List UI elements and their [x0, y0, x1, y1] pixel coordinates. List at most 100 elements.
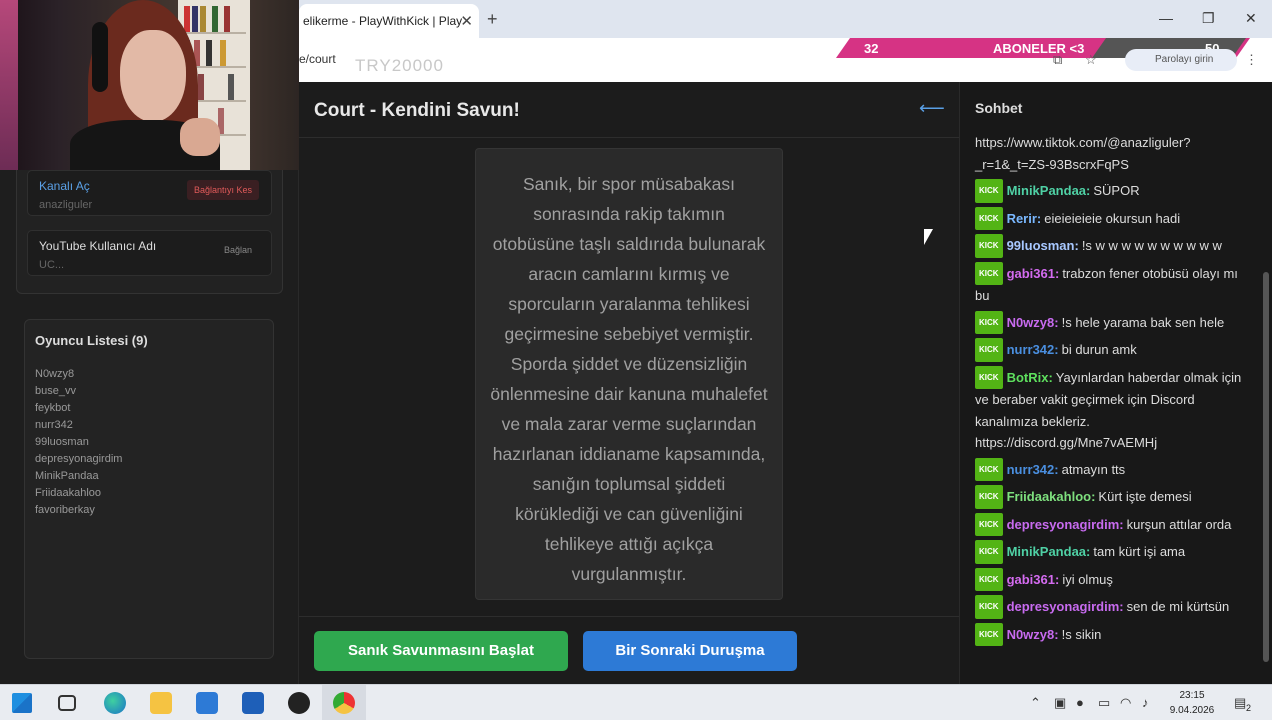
next-case-button[interactable]: Bir Sonraki Duruşma	[583, 631, 797, 671]
court-header: Court - Kendini Savun! ⟵	[299, 82, 959, 138]
obs-icon[interactable]	[288, 692, 310, 714]
connect-button[interactable]: Bağlan	[217, 240, 259, 260]
chat-username[interactable]: Friidaakahloo:	[1007, 489, 1096, 504]
player-list-panel: Oyuncu Listesi (9) N0wzy8 buse_vv feykbo…	[24, 319, 274, 659]
chat-username[interactable]: BotRix:	[1007, 370, 1053, 385]
player-item: feykbot	[35, 402, 71, 414]
youtube-username-input[interactable]: UC...	[39, 259, 64, 271]
minimize-icon[interactable]: —	[1159, 10, 1173, 26]
chat-link-message[interactable]: https://www.tiktok.com/@anazliguler?_r=1…	[975, 132, 1247, 175]
kick-badge: KICK	[975, 206, 1003, 230]
back-arrow-icon[interactable]: ⟵	[919, 98, 945, 119]
notification-count: 2	[1246, 703, 1252, 713]
chat-username[interactable]: MinikPandaa:	[1007, 544, 1091, 559]
chat-message: KICK nurr342: bi durun amk	[975, 338, 1247, 362]
chat-username[interactable]: N0wzy8:	[1007, 627, 1059, 642]
chat-text: SÜPOR	[1093, 183, 1140, 198]
chat-username[interactable]: depresyonagirdim:	[1007, 599, 1124, 614]
restore-icon[interactable]: ❐	[1202, 10, 1215, 27]
notification-icon[interactable]: ▤	[1234, 695, 1246, 711]
chat-message: KICK gabi361: trabzon fener otobüsü olayı …	[975, 261, 1247, 307]
windows-start-icon[interactable]	[12, 693, 32, 713]
disconnect-button[interactable]: Bağlantıyı Kes	[186, 180, 259, 200]
store-icon[interactable]	[196, 692, 218, 714]
kick-badge: KICK	[975, 567, 1003, 591]
task-view-icon[interactable]	[58, 695, 76, 711]
chat-username[interactable]: MinikPandaa:	[1007, 183, 1091, 198]
chat-text: !s w w w w w w w w w w	[1081, 238, 1222, 253]
court-actions: Sanık Savunmasını Başlat Bir Sonraki Dur…	[299, 616, 959, 684]
chat-message: KICK gabi361: iyi olmuş	[975, 567, 1247, 591]
url-field[interactable]: e/court	[299, 52, 336, 66]
chat-text: bi durun amk	[1061, 342, 1137, 357]
chat-message: KICK nurr342: atmayın tts	[975, 457, 1247, 481]
start-defense-button[interactable]: Sanık Savunmasını Başlat	[314, 631, 568, 671]
chat-username[interactable]: gabi361:	[1007, 572, 1060, 587]
kick-badge: KICK	[975, 179, 1003, 203]
chat-scrollbar[interactable]	[1263, 272, 1269, 662]
chat-message: KICK Friidaakahloo: Kürt işte demesi	[975, 485, 1247, 509]
file-explorer-icon[interactable]	[150, 692, 172, 714]
kick-badge: KICK	[975, 310, 1003, 334]
chat-username[interactable]: nurr342:	[1007, 462, 1059, 477]
player-item: MinikPandaa	[35, 470, 99, 482]
chat-text: !s hele yarama bak sen hele	[1061, 314, 1225, 330]
outlook-icon[interactable]	[242, 692, 264, 714]
chat-username[interactable]: nurr342:	[1007, 342, 1059, 357]
chat-message: KICK depresyonagirdim: kurşun attılar orda	[975, 512, 1247, 536]
new-tab-icon[interactable]: +	[487, 9, 498, 30]
case-card: Sanık, bir spor müsabakası sonrasında ra…	[475, 148, 783, 600]
chat-username[interactable]: gabi361:	[1007, 266, 1060, 281]
chat-username[interactable]: depresyonagirdim:	[1007, 517, 1124, 532]
player-item: favoriberkay	[35, 504, 95, 516]
kick-badge: KICK	[975, 234, 1003, 258]
battery-icon[interactable]: ▭	[1098, 695, 1110, 711]
left-sidebar: Kanalı Aç anazliguler Bağlantıyı Kes You…	[0, 170, 299, 684]
browser-tab[interactable]: elikerme - PlayWithKick | Play ✕	[299, 4, 479, 38]
case-description: Sanık, bir spor müsabakası sonrasında ra…	[490, 174, 768, 584]
player-item: nurr342	[35, 419, 73, 431]
close-window-icon[interactable]: ✕	[1245, 10, 1257, 27]
connection-title[interactable]: Kanalı Aç	[39, 179, 90, 193]
clock-date: 9.04.2026	[1169, 705, 1215, 716]
screen: elikerme - PlayWithKick | Play ✕ + — ❐ ✕…	[0, 0, 1272, 720]
player-item: buse_vv	[35, 385, 76, 397]
chat-text: sen de mi kürtsün	[1126, 599, 1230, 614]
close-tab-icon[interactable]: ✕	[460, 12, 473, 30]
chat-message: KICK BotRix: Yayınlardan haberdar olmak iç…	[975, 365, 1247, 454]
translate-icon[interactable]: ⧉	[1053, 52, 1062, 68]
tray-app-icon[interactable]: ▣	[1054, 695, 1066, 711]
menu-dots-icon[interactable]: ⋮	[1245, 52, 1258, 68]
chat-text: kurşun attılar orda	[1126, 516, 1232, 532]
chat-username[interactable]: Rerir:	[1007, 211, 1042, 226]
chrome-icon[interactable]	[333, 692, 355, 714]
player-item: 99luosman	[35, 436, 89, 448]
kick-badge: KICK	[975, 365, 1003, 389]
chat-username[interactable]: 99luosman:	[1007, 238, 1079, 253]
court-main: Court - Kendini Savun! ⟵ Sanık, bir spor…	[299, 82, 959, 684]
volume-icon[interactable]: ♪	[1142, 695, 1149, 710]
chat-text: eieieieieie okursun hadi	[1044, 210, 1181, 226]
tray-chevron-icon[interactable]: ⌃	[1030, 695, 1041, 711]
chat-message: KICK 99luosman: !s w w w w w w w w w w	[975, 234, 1247, 258]
chat-text: !s sikin	[1061, 626, 1102, 642]
system-clock[interactable]: 23:15 9.04.2026	[1162, 688, 1222, 718]
connection-subtitle: anazliguler	[39, 199, 93, 211]
kick-badge: KICK	[975, 540, 1003, 564]
microphone-icon[interactable]: ●	[1076, 695, 1084, 710]
kick-badge: KICK	[975, 261, 1003, 285]
kick-badge: KICK	[975, 338, 1003, 362]
chat-username[interactable]: N0wzy8:	[1007, 315, 1059, 330]
profile-button[interactable]: Parolayı girin	[1125, 49, 1237, 71]
clock-time: 23:15	[1179, 690, 1205, 701]
player-list: N0wzy8 buse_vv feykbot nurr342 99luosman…	[35, 366, 122, 519]
taskbar: ⌃ ▣ ● ▭ ◠ ♪ 23:15 9.04.2026 ▤ 2	[0, 684, 1272, 720]
bookmark-star-icon[interactable]: ☆	[1085, 52, 1097, 68]
chat-title: Sohbet	[975, 100, 1023, 116]
chat-message: KICK N0wzy8: !s hele yarama bak sen hele	[975, 310, 1247, 334]
kick-badge: KICK	[975, 595, 1003, 619]
edge-icon[interactable]	[104, 692, 126, 714]
chat-text: Kürt işte demesi	[1098, 489, 1192, 504]
mouse-cursor	[924, 229, 933, 245]
wifi-icon[interactable]: ◠	[1120, 695, 1131, 711]
